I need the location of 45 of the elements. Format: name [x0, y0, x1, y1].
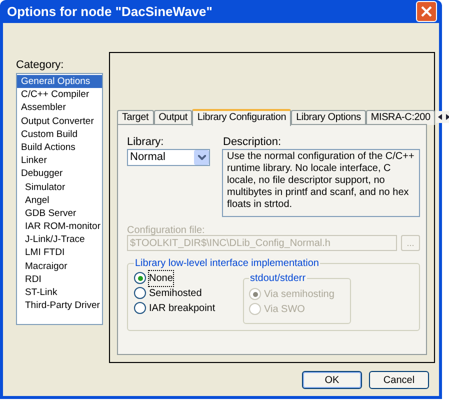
tab-scroll-arrows[interactable] [436, 111, 449, 123]
library-label: Library: [127, 135, 164, 150]
category-item[interactable]: Simulator [17, 180, 102, 194]
library-dropdown[interactable]: Normal [127, 149, 210, 166]
cancel-button[interactable]: Cancel [369, 371, 429, 389]
tab[interactable]: MISRA-C:200 [366, 110, 436, 125]
group-title: Library low-level interface implementation [134, 256, 320, 271]
radio-button[interactable] [134, 272, 146, 284]
tab[interactable]: Library Options [291, 110, 366, 125]
left-arrow-icon [438, 114, 442, 120]
description-label: Description: [223, 135, 282, 150]
category-item[interactable]: Assembler [17, 101, 102, 115]
category-item[interactable]: General Options [17, 75, 102, 88]
category-item[interactable]: Output Converter [17, 114, 102, 128]
tab[interactable]: Target [117, 110, 154, 125]
close-button[interactable] [416, 1, 437, 22]
radio-button[interactable] [134, 302, 146, 314]
radio-label[interactable]: IAR breakpoint [149, 300, 216, 316]
chevron-down-icon [198, 155, 206, 160]
description-text: Use the normal configuration of the C/C++ runtime library. No locale interface, C locale, no file descriptor support, no multibytes in printf and scanf, and no hex floats in strtod. [227, 151, 415, 211]
category-item[interactable]: Debugger [17, 167, 102, 180]
right-arrow-icon [446, 114, 449, 120]
configuration-file-label: Configuration file: [127, 224, 205, 238]
category-item[interactable]: ST-Link [17, 286, 102, 300]
radio-label[interactable]: None [149, 270, 173, 286]
category-item[interactable]: LMI FTDI [17, 246, 102, 260]
category-item[interactable]: Macraigor [17, 260, 102, 273]
category-item[interactable]: Third-Party Driver [17, 299, 102, 312]
category-item[interactable]: RDI [17, 272, 102, 286]
category-item[interactable]: Custom Build [17, 128, 102, 141]
category-item[interactable]: IAR ROM-monitor [17, 220, 102, 234]
tab[interactable]: Output [154, 110, 192, 125]
window-title: Options for node "DacSineWave" [7, 2, 212, 21]
category-item[interactable]: C/C++ Compiler [17, 88, 102, 102]
radio-label[interactable]: Semihosted [149, 286, 202, 300]
category-label: Category: [16, 58, 64, 73]
category-item[interactable]: Linker [17, 154, 102, 168]
close-icon [421, 6, 432, 17]
tab[interactable]: Library Configuration [192, 109, 292, 126]
radio-button[interactable] [134, 287, 146, 299]
category-item[interactable]: Build Actions [17, 140, 102, 154]
category-item[interactable]: GDB Server [17, 206, 102, 220]
category-item[interactable]: J-Link/J-Trace [17, 233, 102, 246]
category-item[interactable]: Angel [17, 194, 102, 207]
ok-button[interactable]: OK [302, 371, 362, 389]
